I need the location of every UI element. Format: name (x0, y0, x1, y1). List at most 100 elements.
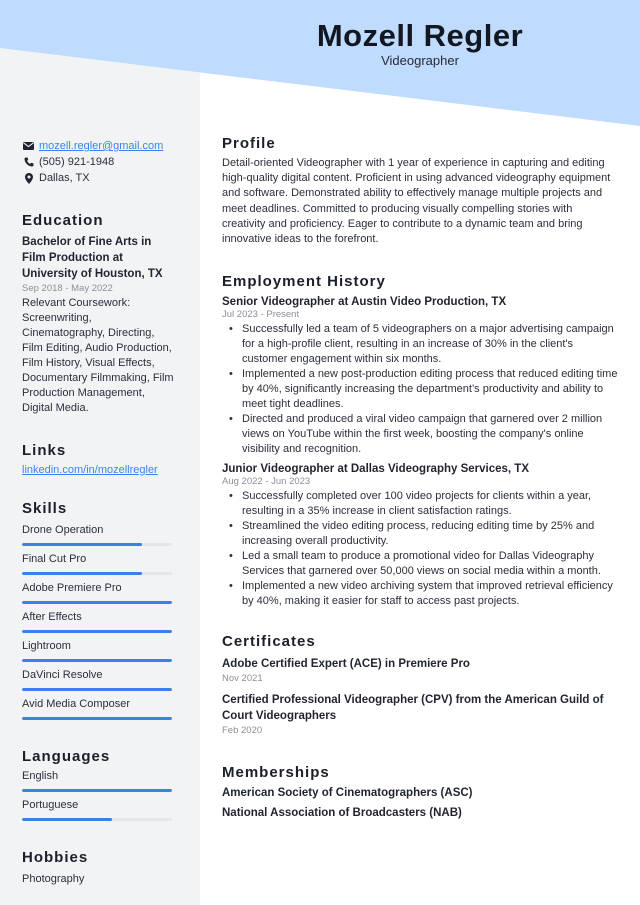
map-pin-icon (22, 172, 35, 184)
job-bullet: Directed and produced a viral video camp… (229, 412, 618, 457)
skill-label: Drone Operation (22, 524, 104, 536)
skill-level-bar (22, 601, 172, 604)
candidate-title: Videographer (381, 53, 459, 68)
phone-number: (505) 921-1948 (39, 156, 115, 168)
language-label: Portuguese (22, 799, 79, 811)
skill-level-fill (22, 543, 142, 546)
language-level-bar (22, 818, 172, 821)
employment-section: Employment History Senior Videographer a… (222, 273, 618, 609)
skill-item: Avid Media Composer (22, 691, 174, 720)
skill-level-bar (22, 543, 172, 546)
certificate-date: Feb 2020 (222, 725, 263, 737)
email-link[interactable]: mozell.regler@gmail.com (39, 140, 163, 152)
linkedin-link[interactable]: linkedin.com/in/mozellregler (22, 464, 174, 476)
skill-level-fill (22, 630, 172, 633)
job-dates: Jul 2023 - Present (222, 309, 300, 321)
job-entry: Junior Videographer at Dallas Videograph… (222, 463, 618, 609)
contact-info: mozell.regler@gmail.com (505) 921-1948 D… (22, 138, 174, 186)
skill-label: Adobe Premiere Pro (22, 582, 122, 594)
skill-level-bar (22, 688, 172, 691)
skill-label: Lightroom (22, 640, 71, 652)
job-bullet: Successfully completed over 100 video pr… (229, 489, 618, 519)
membership-item: National Association of Broadcasters (NA… (222, 807, 462, 820)
contact-email-row: mozell.regler@gmail.com (22, 138, 174, 154)
profile-section: Profile Detail-oriented Videographer wit… (222, 135, 618, 247)
education-heading: Education (22, 212, 104, 229)
phone-icon (22, 156, 35, 168)
certificate-title: Adobe Certified Expert (ACE) in Premiere… (222, 658, 470, 671)
skill-item: Lightroom (22, 633, 174, 662)
candidate-name: Mozell Regler (316, 18, 524, 53)
job-title: Senior Videographer at Austin Video Prod… (222, 296, 507, 309)
job-bullet: Successfully led a team of 5 videographe… (229, 322, 618, 367)
languages-section: Languages English Portuguese (22, 748, 174, 821)
skill-level-bar (22, 717, 172, 720)
certificate-date: Nov 2021 (222, 673, 263, 685)
language-level-bar (22, 789, 172, 792)
skill-level-bar (22, 630, 172, 633)
certificate-item: Adobe Certified Expert (ACE) in Premiere… (222, 656, 618, 684)
skill-item: After Effects (22, 604, 174, 633)
job-dates: Aug 2022 - Jun 2023 (222, 476, 311, 488)
skill-item: Adobe Premiere Pro (22, 575, 174, 604)
certificate-title: Certified Professional Videographer (CPV… (222, 694, 604, 723)
skill-label: After Effects (22, 611, 82, 623)
language-item: Portuguese (22, 792, 174, 821)
job-bullets: Successfully led a team of 5 videographe… (229, 322, 618, 457)
jobs-list: Senior Videographer at Austin Video Prod… (222, 296, 618, 609)
languages-list: English Portuguese (22, 765, 174, 821)
language-label: English (22, 770, 59, 782)
job-bullet: Implemented a new post-production editin… (229, 367, 618, 412)
education-section: Education Bachelor of Fine Arts in Film … (22, 212, 174, 416)
skill-item: DaVinci Resolve (22, 662, 174, 691)
skill-level-fill (22, 572, 142, 575)
left-column: mozell.regler@gmail.com (505) 921-1948 D… (22, 138, 174, 887)
membership-item: American Society of Cinematographers (AS… (222, 787, 473, 800)
hobby-item: Photography (22, 873, 85, 885)
memberships-list: American Society of Cinematographers (AS… (222, 787, 618, 819)
job-entry: Senior Videographer at Austin Video Prod… (222, 296, 618, 457)
envelope-icon (22, 140, 35, 152)
skill-level-fill (22, 659, 172, 662)
hobbies-heading: Hobbies (22, 849, 89, 866)
certificates-heading: Certificates (222, 633, 316, 651)
skill-level-bar (22, 572, 172, 575)
skill-label: Avid Media Composer (22, 698, 131, 710)
skill-level-fill (22, 717, 172, 720)
memberships-section: Memberships American Society of Cinemato… (222, 764, 618, 819)
certificates-section: Certificates Adobe Certified Expert (ACE… (222, 633, 618, 736)
profile-heading: Profile (222, 135, 276, 152)
skills-section: Skills Drone Operation Final Cut Pro Adobe… (22, 500, 174, 720)
skill-label: Final Cut Pro (22, 553, 87, 565)
contact-location-row: Dallas, TX (22, 170, 174, 186)
links-section: Links linkedin.com/in/mozellregler (22, 442, 174, 476)
education-degree: Bachelor of Fine Arts in Film Production… (22, 236, 163, 280)
job-bullets: Successfully completed over 100 video pr… (229, 489, 618, 609)
skill-item: Final Cut Pro (22, 546, 174, 575)
job-bullet: Led a small team to produce a promotiona… (229, 549, 618, 579)
right-column: Profile Detail-oriented Videographer wit… (222, 135, 618, 819)
employment-heading: Employment History (222, 273, 386, 291)
education-dates: Sep 2018 - May 2022 (22, 283, 113, 294)
skill-level-fill (22, 601, 172, 604)
job-bullet: Streamlined the video editing process, r… (229, 519, 618, 549)
skills-list: Drone Operation Final Cut Pro Adobe Premie… (22, 517, 174, 720)
memberships-heading: Memberships (222, 764, 330, 782)
contact-phone-row: (505) 921-1948 (22, 154, 174, 170)
profile-text: Detail-oriented Videographer with 1 year… (222, 157, 611, 246)
job-title: Junior Videographer at Dallas Videograph… (222, 463, 529, 476)
skill-level-fill (22, 688, 172, 691)
skill-item: Drone Operation (22, 517, 174, 546)
hobbies-section: Hobbies Photography (22, 849, 174, 887)
job-bullet: Implemented a new video archiving system… (229, 579, 618, 609)
language-level-fill (22, 818, 112, 821)
languages-heading: Languages (22, 748, 111, 765)
language-level-fill (22, 789, 172, 792)
skill-level-bar (22, 659, 172, 662)
certificates-list: Adobe Certified Expert (ACE) in Premiere… (222, 656, 618, 736)
skill-label: DaVinci Resolve (22, 669, 103, 681)
education-description: Relevant Coursework: Screenwriting, Cine… (22, 297, 174, 414)
links-heading: Links (22, 442, 67, 459)
location: Dallas, TX (39, 172, 90, 184)
language-item: English (22, 765, 174, 792)
